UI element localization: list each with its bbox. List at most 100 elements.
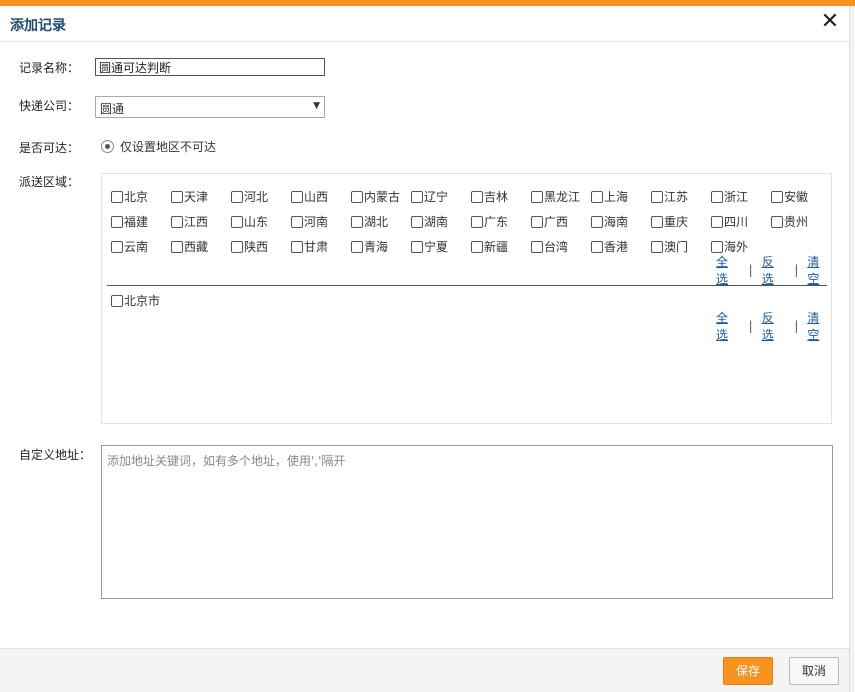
province-option[interactable]: 浙江: [711, 184, 771, 209]
province-row: 福建 江西 山东 河南 湖北 湖南 广东 广西 海南 重庆 四川 贵州: [111, 209, 831, 234]
province-option[interactable]: 重庆: [651, 209, 711, 234]
province-checkbox[interactable]: [591, 190, 603, 203]
province-checkbox[interactable]: [771, 215, 783, 228]
province-label: 广西: [544, 215, 569, 229]
province-label: 河南: [304, 215, 329, 229]
province-label: 四川: [724, 215, 749, 229]
province-checkbox[interactable]: [651, 240, 663, 253]
province-checkbox[interactable]: [531, 240, 543, 253]
province-option[interactable]: 辽宁: [411, 184, 471, 209]
province-checkbox[interactable]: [471, 190, 483, 203]
province-checkbox[interactable]: [531, 190, 543, 203]
province-checkbox[interactable]: [471, 240, 483, 253]
province-option[interactable]: 吉林: [471, 184, 531, 209]
province-checkbox[interactable]: [291, 190, 303, 203]
province-option[interactable]: 山西: [291, 184, 351, 209]
province-option[interactable]: 新疆: [471, 234, 531, 259]
province-checkbox[interactable]: [711, 240, 723, 253]
province-checkbox[interactable]: [291, 215, 303, 228]
province-option[interactable]: 湖北: [351, 209, 411, 234]
city-checkbox[interactable]: [111, 294, 123, 307]
province-checkbox[interactable]: [711, 190, 723, 203]
province-checkbox[interactable]: [231, 215, 243, 228]
province-option[interactable]: 广东: [471, 209, 531, 234]
province-option[interactable]: 湖南: [411, 209, 471, 234]
save-button[interactable]: 保存: [723, 657, 773, 685]
province-checkbox[interactable]: [651, 190, 663, 203]
province-grid: 北京 天津 河北 山西 内蒙古 辽宁 吉林 黑龙江 上海 江苏 浙江 安徽福建 江西 山东 河南 湖北 湖南 广东…: [111, 184, 831, 259]
province-checkbox[interactable]: [231, 240, 243, 253]
province-option[interactable]: 河南: [291, 209, 351, 234]
province-invert-link[interactable]: 反选: [762, 253, 786, 287]
province-label: 海南: [604, 215, 629, 229]
province-checkbox[interactable]: [411, 190, 423, 203]
dialog-title: 添加记录: [10, 18, 66, 34]
province-option[interactable]: 黑龙江: [531, 184, 591, 209]
province-checkbox[interactable]: [111, 240, 123, 253]
province-option[interactable]: 台湾: [531, 234, 591, 259]
province-option[interactable]: 甘肃: [291, 234, 351, 259]
custom-address-textarea[interactable]: 添加地址关键词，如有多个地址，使用','隔开: [101, 445, 833, 599]
province-option[interactable]: 河北: [231, 184, 291, 209]
province-checkbox[interactable]: [231, 190, 243, 203]
province-checkbox[interactable]: [471, 215, 483, 228]
province-option[interactable]: 山东: [231, 209, 291, 234]
province-option[interactable]: 贵州: [771, 209, 831, 234]
province-checkbox[interactable]: [111, 215, 123, 228]
province-checkbox[interactable]: [351, 215, 363, 228]
province-option[interactable]: 西藏: [171, 234, 231, 259]
province-option[interactable]: 江苏: [651, 184, 711, 209]
reachable-radio-option[interactable]: 仅设置地区不可达: [101, 138, 216, 155]
province-option[interactable]: 安徽: [771, 184, 831, 209]
province-checkbox[interactable]: [351, 240, 363, 253]
province-option[interactable]: 上海: [591, 184, 651, 209]
record-name-input[interactable]: [95, 58, 325, 76]
province-option[interactable]: 四川: [711, 209, 771, 234]
province-checkbox[interactable]: [771, 190, 783, 203]
province-checkbox[interactable]: [591, 240, 603, 253]
province-clear-link[interactable]: 清空: [807, 253, 831, 287]
province-label: 北京: [124, 190, 149, 204]
province-option[interactable]: 澳门: [651, 234, 711, 259]
province-checkbox[interactable]: [591, 215, 603, 228]
province-label: 青海: [364, 240, 389, 254]
province-option[interactable]: 天津: [171, 184, 231, 209]
city-select-all-link[interactable]: 全选: [716, 309, 740, 343]
city-invert-link[interactable]: 反选: [762, 309, 786, 343]
province-option[interactable]: 北京: [111, 184, 171, 209]
province-checkbox[interactable]: [291, 240, 303, 253]
close-icon[interactable]: ✕: [819, 11, 841, 34]
city-option[interactable]: 北京市: [111, 292, 171, 309]
province-label: 陕西: [244, 240, 269, 254]
province-checkbox[interactable]: [411, 215, 423, 228]
province-checkbox[interactable]: [171, 190, 183, 203]
province-checkbox[interactable]: [531, 215, 543, 228]
province-select-all-link[interactable]: 全选: [716, 253, 740, 287]
province-option[interactable]: 青海: [351, 234, 411, 259]
province-label: 湖北: [364, 215, 389, 229]
action-separator: |: [794, 319, 799, 333]
province-checkbox[interactable]: [351, 190, 363, 203]
province-option[interactable]: 香港: [591, 234, 651, 259]
province-option[interactable]: 陕西: [231, 234, 291, 259]
province-checkbox[interactable]: [111, 190, 123, 203]
city-clear-link[interactable]: 清空: [807, 309, 831, 343]
cancel-button[interactable]: 取消: [789, 657, 839, 685]
radio-selected-icon[interactable]: [101, 140, 114, 153]
province-checkbox[interactable]: [711, 215, 723, 228]
province-option[interactable]: 广西: [531, 209, 591, 234]
courier-select[interactable]: 圆通 ▼: [95, 96, 325, 118]
province-checkbox[interactable]: [171, 215, 183, 228]
action-separator: |: [794, 263, 799, 277]
province-label: 台湾: [544, 240, 569, 254]
province-option[interactable]: 云南: [111, 234, 171, 259]
dropdown-arrow-icon: ▼: [313, 101, 320, 111]
province-option[interactable]: 福建: [111, 209, 171, 234]
province-option[interactable]: 内蒙古: [351, 184, 411, 209]
province-checkbox[interactable]: [411, 240, 423, 253]
province-option[interactable]: 江西: [171, 209, 231, 234]
province-option[interactable]: 海南: [591, 209, 651, 234]
province-option[interactable]: 宁夏: [411, 234, 471, 259]
province-checkbox[interactable]: [171, 240, 183, 253]
province-checkbox[interactable]: [651, 215, 663, 228]
